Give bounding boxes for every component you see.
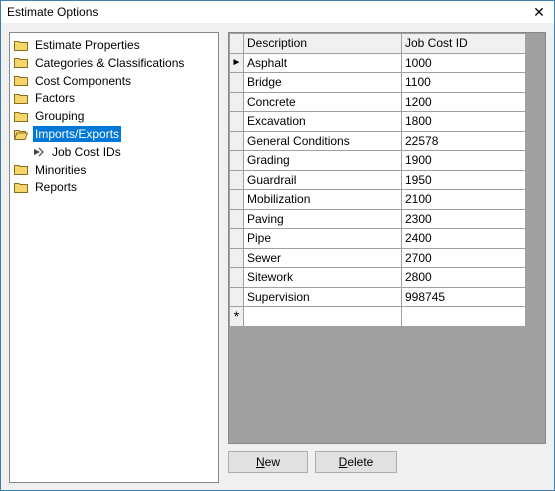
delete-button[interactable]: Delete bbox=[315, 451, 397, 473]
tree-item-imports-exports[interactable]: Imports/Exports bbox=[14, 125, 122, 143]
table-row[interactable]: Paving 2300 bbox=[229, 208, 526, 229]
row-selector[interactable] bbox=[229, 130, 244, 151]
cell-description[interactable]: Bridge bbox=[243, 72, 402, 93]
cell-job-cost-id[interactable]: 1800 bbox=[401, 111, 526, 132]
table-row[interactable]: Grading 1900 bbox=[229, 150, 526, 171]
cell-description[interactable]: Excavation bbox=[243, 111, 402, 132]
window-title: Estimate Options bbox=[7, 5, 99, 19]
cell-description[interactable]: Supervision bbox=[243, 286, 402, 307]
cell-description[interactable]: General Conditions bbox=[243, 130, 402, 151]
new-button[interactable]: New bbox=[228, 451, 308, 473]
folder-icon bbox=[14, 40, 28, 51]
row-selector[interactable] bbox=[229, 150, 244, 171]
row-selector[interactable] bbox=[229, 286, 244, 307]
folder-icon bbox=[14, 93, 28, 104]
folder-icon bbox=[14, 164, 28, 176]
table-row[interactable]: Sewer 2700 bbox=[229, 247, 526, 268]
tree-item-estimate-properties[interactable]: Estimate Properties bbox=[14, 36, 142, 54]
options-tree[interactable]: Estimate Properties Categories & Classifi… bbox=[9, 32, 219, 483]
cell-job-cost-id[interactable]: 2300 bbox=[401, 208, 526, 229]
folder-icon bbox=[14, 57, 28, 69]
cell-description[interactable]: Sewer bbox=[243, 247, 402, 268]
folder-icon bbox=[14, 182, 28, 193]
cell-description[interactable]: Guardrail bbox=[243, 169, 402, 190]
tree-item-label: Imports/Exports bbox=[33, 126, 122, 142]
cell-description[interactable]: Pipe bbox=[243, 228, 402, 249]
cell-job-cost-id[interactable]: 2100 bbox=[401, 189, 526, 210]
close-button[interactable]: ✕ bbox=[524, 1, 554, 23]
tree-item-label: Factors bbox=[35, 91, 76, 106]
cell-description[interactable]: Asphalt bbox=[243, 52, 402, 73]
cell-job-cost-id[interactable]: 998745 bbox=[401, 286, 526, 307]
tree-item-grouping[interactable]: Grouping bbox=[14, 107, 86, 125]
tree-item-label: Grouping bbox=[35, 109, 85, 124]
cell-description[interactable]: Grading bbox=[243, 150, 402, 171]
table-row[interactable]: Concrete 1200 bbox=[229, 91, 526, 112]
cell-job-cost-id[interactable]: 1100 bbox=[401, 72, 526, 93]
job-cost-grid[interactable]: Description Job Cost ID ► Asphalt 1000 Brid… bbox=[228, 32, 546, 444]
tree-item-cost-components[interactable]: Cost Components bbox=[14, 72, 133, 90]
cell-job-cost-id[interactable]: 1000 bbox=[401, 52, 526, 73]
row-selector[interactable] bbox=[229, 267, 244, 288]
title-bar: Estimate Options ✕ bbox=[1, 1, 554, 23]
table-row[interactable]: Mobilization 2100 bbox=[229, 189, 526, 210]
estimate-options-window: Estimate Options ✕ Estimate Properties Ca… bbox=[0, 0, 555, 491]
cell-description[interactable]: Mobilization bbox=[243, 189, 402, 210]
tree-item-job-cost-ids[interactable]: Job Cost IDs bbox=[32, 143, 123, 161]
row-selector[interactable] bbox=[229, 228, 244, 249]
table-row[interactable]: ► Asphalt 1000 bbox=[229, 52, 526, 73]
cell-job-cost-id[interactable]: 1950 bbox=[401, 169, 526, 190]
current-row-indicator[interactable]: ► bbox=[229, 52, 244, 73]
table-row[interactable]: Supervision 998745 bbox=[229, 286, 526, 307]
tree-item-label: Job Cost IDs bbox=[52, 144, 121, 159]
tree-item-label: Cost Components bbox=[35, 73, 132, 88]
job-cost-table: Description Job Cost ID ► Asphalt 1000 Brid… bbox=[229, 33, 526, 327]
cell-description[interactable]: Paving bbox=[243, 208, 402, 229]
tree-item-reports[interactable]: Reports bbox=[14, 178, 79, 196]
new-row-indicator[interactable]: * bbox=[229, 306, 244, 327]
new-row[interactable]: * bbox=[229, 306, 526, 327]
table-row[interactable]: Guardrail 1950 bbox=[229, 169, 526, 190]
row-selector[interactable] bbox=[229, 189, 244, 210]
cell-job-cost-id[interactable]: 2700 bbox=[401, 247, 526, 268]
tree-item-minorities[interactable]: Minorities bbox=[14, 161, 88, 179]
cell-job-cost-id[interactable]: 1200 bbox=[401, 91, 526, 112]
row-selector-header[interactable] bbox=[229, 33, 244, 54]
table-row[interactable]: General Conditions 22578 bbox=[229, 130, 526, 151]
tree-item-label: Estimate Properties bbox=[35, 38, 140, 52]
row-selector[interactable] bbox=[229, 91, 244, 112]
table-row[interactable]: Pipe 2400 bbox=[229, 228, 526, 249]
column-header-description[interactable]: Description bbox=[243, 33, 402, 54]
row-selector[interactable] bbox=[229, 169, 244, 190]
cell-job-cost-id[interactable]: 2400 bbox=[401, 228, 526, 249]
table-row[interactable]: Excavation 1800 bbox=[229, 111, 526, 132]
folder-icon bbox=[14, 111, 28, 122]
cell-job-cost-id[interactable] bbox=[401, 306, 526, 327]
row-selector[interactable] bbox=[229, 111, 244, 132]
tree-item-label: Minorities bbox=[35, 162, 87, 177]
bullet-arrow-icon bbox=[32, 146, 44, 158]
cell-description[interactable] bbox=[243, 306, 402, 327]
table-row[interactable]: Sitework 2800 bbox=[229, 267, 526, 288]
tree-item-label: Categories & Classifications bbox=[35, 55, 185, 70]
cell-description[interactable]: Sitework bbox=[243, 267, 402, 288]
folder-icon bbox=[14, 75, 28, 87]
tree-item-factors[interactable]: Factors bbox=[14, 89, 77, 107]
close-icon: ✕ bbox=[533, 3, 545, 20]
cell-job-cost-id[interactable]: 2800 bbox=[401, 267, 526, 288]
tree-item-label: Reports bbox=[35, 180, 78, 195]
cell-job-cost-id[interactable]: 1900 bbox=[401, 150, 526, 171]
cell-job-cost-id[interactable]: 22578 bbox=[401, 130, 526, 151]
column-header-job-cost-id[interactable]: Job Cost ID bbox=[401, 33, 526, 54]
row-selector[interactable] bbox=[229, 72, 244, 93]
grid-header-row: Description Job Cost ID bbox=[229, 33, 526, 54]
tree-item-categories-classifications[interactable]: Categories & Classifications bbox=[14, 54, 186, 72]
row-selector[interactable] bbox=[229, 247, 244, 268]
table-row[interactable]: Bridge 1100 bbox=[229, 72, 526, 93]
row-selector[interactable] bbox=[229, 208, 244, 229]
cell-description[interactable]: Concrete bbox=[243, 91, 402, 112]
folder-open-icon bbox=[14, 129, 28, 140]
